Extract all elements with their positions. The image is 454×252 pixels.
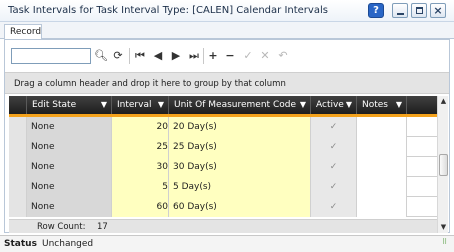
cell-notes[interactable]	[357, 117, 407, 137]
column-header-active[interactable]: Active ▼	[311, 96, 357, 114]
undo-icon[interactable]: ↶	[276, 49, 290, 63]
column-header-label: Notes	[362, 100, 388, 110]
resize-grip-icon[interactable]: ⠿	[442, 239, 452, 250]
cell-interval[interactable]: 25	[112, 137, 169, 157]
close-button[interactable]: ×	[430, 3, 446, 18]
row-selector[interactable]	[9, 137, 27, 157]
row-selector-header	[9, 96, 27, 114]
grid-header: Edit State ▼ Interval ▼ Unit Of Measurem…	[9, 96, 437, 114]
tab-strip: Record	[0, 22, 454, 40]
cell-edit-state: None	[27, 177, 112, 197]
active-checkbox[interactable]: ✓	[311, 137, 357, 157]
cell-interval[interactable]: 5	[112, 177, 169, 197]
active-checkbox[interactable]: ✓	[311, 197, 357, 217]
data-grid: Edit State ▼ Interval ▼ Unit Of Measurem…	[9, 96, 437, 219]
first-record-icon[interactable]: ⏮	[133, 49, 147, 63]
cell-uom[interactable]: 30 Day(s)	[169, 157, 311, 177]
minimize-icon	[397, 13, 404, 15]
column-header-notes[interactable]: Notes ▼	[357, 96, 407, 114]
column-header-interval[interactable]: Interval ▼	[112, 96, 169, 114]
window-title: Task Intervals for Task Interval Type: […	[8, 5, 328, 16]
toolbar: 🔍︎ ⟳ ⏮ ◀ ▶ ⏭ + − ✓ ✕ ↶	[5, 40, 449, 70]
table-row[interactable]: None 20 20 Day(s) ✓	[9, 117, 437, 137]
row-selector[interactable]	[9, 117, 27, 137]
row-count-value: 17	[97, 222, 108, 232]
title-bar: Task Intervals for Task Interval Type: […	[0, 0, 454, 22]
previous-record-icon[interactable]: ◀	[151, 49, 165, 63]
cell-edit-state: None	[27, 117, 112, 137]
add-icon[interactable]: +	[206, 49, 220, 63]
maximize-button[interactable]	[411, 3, 427, 18]
minimize-button[interactable]	[392, 3, 408, 18]
row-selector[interactable]	[9, 177, 27, 197]
status-bar: Status Unchanged ⠿	[0, 235, 454, 252]
column-header-label: Interval	[117, 100, 152, 110]
table-row[interactable]: None 5 5 Day(s) ✓	[9, 177, 437, 197]
cell-uom[interactable]: 60 Day(s)	[169, 197, 311, 217]
active-checkbox[interactable]: ✓	[311, 117, 357, 137]
last-record-icon[interactable]: ⏭	[187, 49, 201, 63]
row-selector[interactable]	[9, 157, 27, 177]
search-input[interactable]	[11, 48, 91, 64]
row-selector[interactable]	[9, 197, 27, 217]
cell-notes[interactable]	[357, 197, 407, 217]
cell-notes[interactable]	[357, 137, 407, 157]
vertical-scrollbar[interactable]: ▲ ▼	[437, 96, 448, 233]
tab-record[interactable]: Record	[4, 24, 42, 40]
record-panel: 🔍︎ ⟳ ⏮ ◀ ▶ ⏭ + − ✓ ✕ ↶ Drag a column hea…	[4, 39, 450, 233]
toolbar-separator	[203, 48, 204, 64]
cell-uom[interactable]: 5 Day(s)	[169, 177, 311, 197]
table-row[interactable]: None 60 60 Day(s) ✓	[9, 197, 437, 217]
filter-icon[interactable]: ▼	[300, 96, 306, 114]
refresh-icon[interactable]: ⟳	[111, 49, 125, 63]
cell-edit-state: None	[27, 157, 112, 177]
scroll-up-icon[interactable]: ▲	[439, 97, 448, 106]
cell-notes[interactable]	[357, 157, 407, 177]
filter-icon[interactable]: ▼	[158, 96, 164, 114]
maximize-icon	[416, 7, 423, 14]
group-by-hint: Drag a column header and drop it here to…	[14, 79, 286, 89]
status-value: Unchanged	[42, 239, 94, 249]
scroll-down-icon[interactable]: ▼	[439, 223, 448, 232]
delete-icon[interactable]: −	[223, 49, 237, 63]
status-label: Status	[4, 239, 37, 249]
help-button[interactable]: ?	[368, 3, 384, 18]
cell-interval[interactable]: 20	[112, 117, 169, 137]
toolbar-separator	[129, 48, 130, 64]
column-header-uom[interactable]: Unit Of Measurement Code ▼	[169, 96, 311, 114]
save-icon[interactable]: ✓	[241, 49, 255, 63]
column-header-edit-state[interactable]: Edit State ▼	[27, 96, 112, 114]
column-header-label: Active	[316, 100, 344, 110]
cell-uom[interactable]: 20 Day(s)	[169, 117, 311, 137]
column-header-filler	[407, 96, 437, 114]
help-icon: ?	[373, 5, 379, 16]
cell-interval[interactable]: 30	[112, 157, 169, 177]
table-row[interactable]: None 30 30 Day(s) ✓	[9, 157, 437, 177]
cell-edit-state: None	[27, 137, 112, 157]
filter-icon[interactable]: ▼	[101, 96, 107, 114]
cancel-icon[interactable]: ✕	[258, 49, 272, 63]
grid-footer: Row Count: 17	[9, 219, 437, 233]
scroll-thumb[interactable]	[439, 154, 448, 176]
search-icon[interactable]: 🔍︎	[94, 49, 108, 63]
cell-edit-state: None	[27, 197, 112, 217]
filter-icon[interactable]: ▼	[396, 96, 402, 114]
cell-interval[interactable]: 60	[112, 197, 169, 217]
table-row[interactable]: None 25 25 Day(s) ✓	[9, 137, 437, 157]
active-checkbox[interactable]: ✓	[311, 157, 357, 177]
group-by-panel[interactable]: Drag a column header and drop it here to…	[5, 72, 449, 94]
active-checkbox[interactable]: ✓	[311, 177, 357, 197]
next-record-icon[interactable]: ▶	[169, 49, 183, 63]
row-count-label: Row Count:	[37, 222, 86, 232]
filter-icon[interactable]: ▼	[346, 96, 352, 114]
column-header-label: Edit State	[32, 100, 77, 110]
cell-notes[interactable]	[357, 177, 407, 197]
column-header-label: Unit Of Measurement Code	[174, 100, 296, 110]
cell-uom[interactable]: 25 Day(s)	[169, 137, 311, 157]
close-icon: ×	[433, 4, 443, 17]
